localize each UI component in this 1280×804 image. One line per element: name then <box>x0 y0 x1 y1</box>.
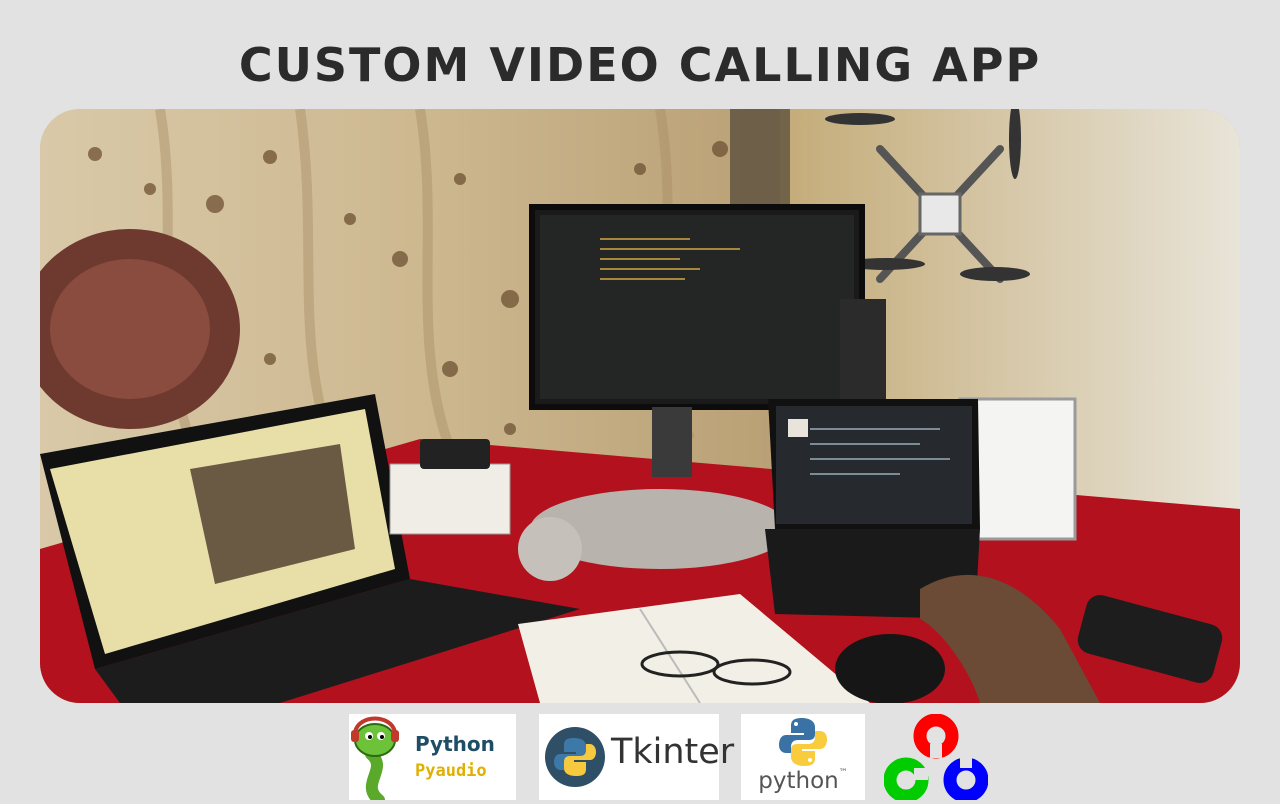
python-label: python™ <box>741 768 865 794</box>
pyaudio-label-pyaudio: Pyaudio <box>415 761 487 781</box>
technology-logos: Python Pyaudio Tkinter python™ <box>0 713 1280 803</box>
tkinter-logo: Tkinter <box>539 714 734 800</box>
python-logo-icon <box>779 718 827 766</box>
pyaudio-label-python: Python <box>415 732 495 756</box>
video-feed[interactable] <box>40 109 1240 703</box>
snake-headphones-icon <box>351 716 399 800</box>
python-logo: python™ <box>741 714 865 800</box>
pyaudio-logo: Python Pyaudio <box>349 714 516 800</box>
python-logo-icon <box>545 727 605 787</box>
python-label-text: python <box>758 768 839 794</box>
python-trademark: ™ <box>838 768 848 778</box>
opencv-logo <box>883 713 989 803</box>
video-frame-image <box>40 109 1240 703</box>
tkinter-label: Tkinter <box>611 732 735 772</box>
page-title: CUSTOM VIDEO CALLING APP <box>238 38 1042 92</box>
opencv-logo-icon <box>883 713 989 803</box>
